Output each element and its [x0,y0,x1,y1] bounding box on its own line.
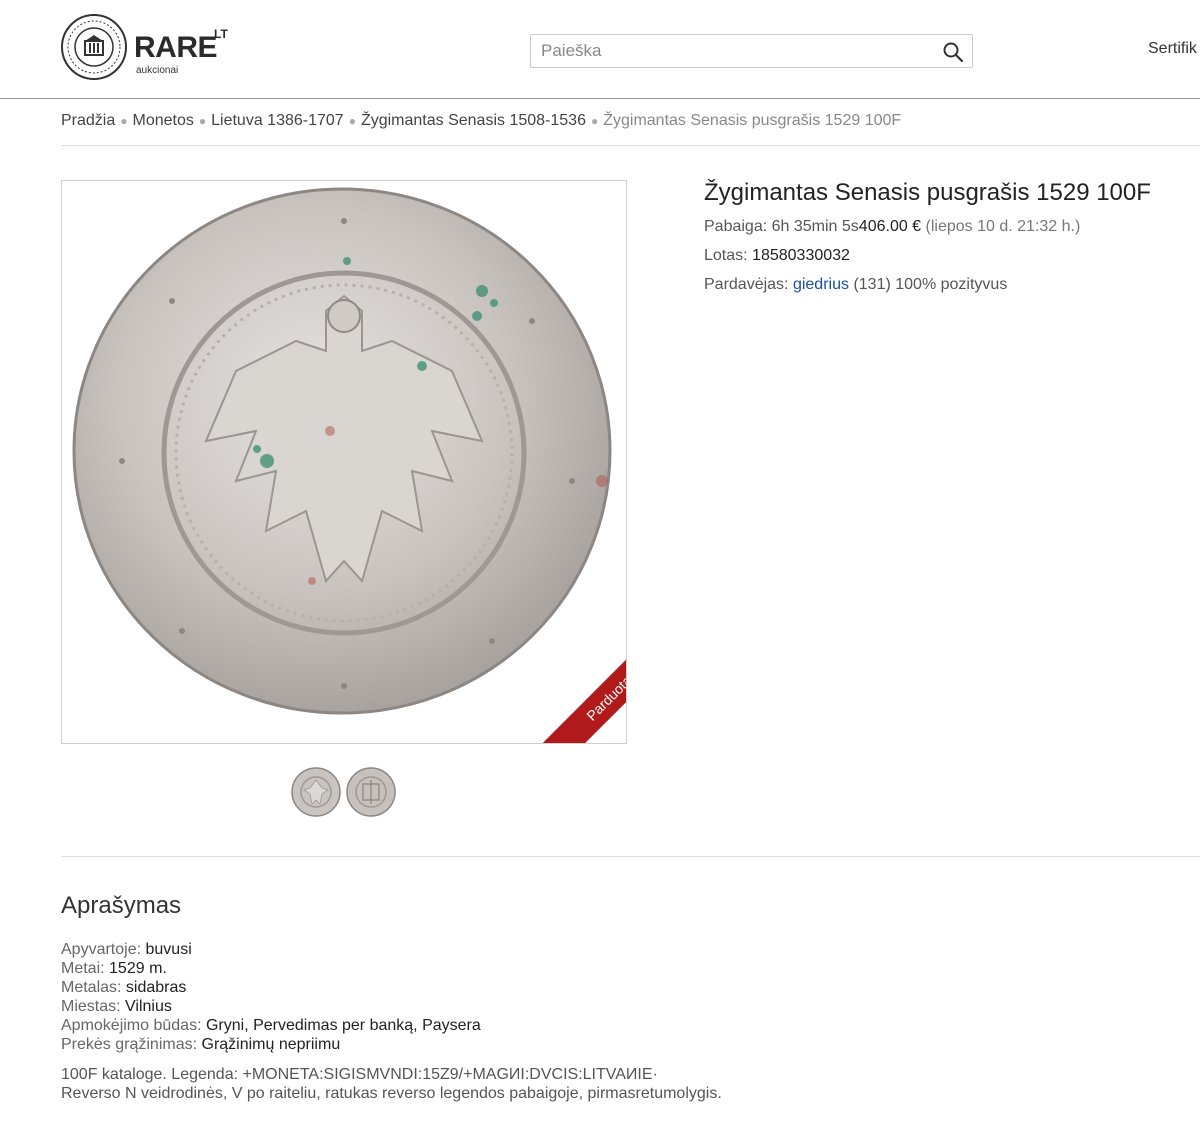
breadcrumb-separator: ● [198,114,207,128]
breadcrumb-lithuania[interactable]: Lietuva 1386-1707 [211,112,344,129]
property-row: Prekės grąžinimas: Grąžinimų nepriimu [61,1035,481,1054]
nav-link-certificates[interactable]: Sertifik [1148,40,1197,58]
end-label: Pabaiga: [704,218,768,235]
main-product-image[interactable]: Parduota [61,180,627,744]
property-label: Miestas: [61,998,121,1015]
property-row: Miestas: Vilnius [61,997,481,1016]
logo-wordmark: RARE LT aukcionai [134,17,244,77]
end-countdown: 6h 35min 5s [771,218,859,235]
seller-feedback-count: (131) [853,276,891,293]
property-label: Metalas: [61,979,122,996]
breadcrumb-separator: ● [348,114,356,128]
property-row: Apyvartoje: buvusi [61,940,481,959]
breadcrumb-divider [61,145,1200,146]
property-label: Metai: [61,960,105,977]
seller-row: Pardavėjas: giedrius (131) 100% pozityvu… [704,276,1007,294]
site-logo[interactable]: RARE LT aukcionai [60,13,244,81]
breadcrumb-coins[interactable]: Monetos [133,112,194,129]
lot-number: 18580330032 [752,247,850,264]
logo-sub-text: aukcionai [136,65,179,76]
property-value: sidabras [125,979,187,996]
seller-link[interactable]: giedrius [793,276,849,293]
description-line: 100F kataloge. Legenda: +MONETA:SIGISMVN… [61,1066,658,1083]
end-date: (liepos 10 d. 21:32 h.) [925,218,1081,235]
property-row: Metai: 1529 m. [61,959,481,978]
breadcrumb-separator: ● [590,114,599,128]
property-label: Apyvartoje: [61,941,142,958]
logo-main-text: RARE [134,31,218,64]
lot-title: Žygimantas Senasis pusgrašis 1529 100F [704,179,1151,206]
sold-ribbon: Parduota [516,633,626,743]
property-label: Prekės grąžinimas: [61,1036,198,1053]
seller-rating: 100% pozityvus [895,276,1008,293]
description-line: Reverso N veidrodinės, V po raiteliu, ra… [61,1085,722,1102]
image-thumbnails [290,766,397,818]
auction-end-row: Pabaiga: 6h 35min 5s406.00 € (liepos 10 … [704,218,1080,236]
property-row: Apmokėjimo būdas: Gryni, Pervedimas per … [61,1016,481,1035]
breadcrumb-sigismund[interactable]: Žygimantas Senasis 1508-1536 [361,112,586,129]
search-box [530,34,973,68]
property-row: Metalas: sidabras [61,978,481,997]
logo-seal-icon [61,14,127,80]
property-value: Vilnius [125,998,172,1015]
section-divider [61,856,1200,857]
site-header: RARE LT aukcionai Sertifik [0,0,1200,99]
logo-sup-text: LT [214,27,228,41]
property-list: Apyvartoje: buvusi Metai: 1529 m. Metala… [61,940,481,1054]
lot-number-row: Lotas: 18580330032 [704,247,850,265]
lot-label: Lotas: [704,247,748,264]
description-text: 100F kataloge. Legenda: +MONETA:SIGISMVN… [61,1065,722,1103]
description-title: Aprašymas [61,892,182,919]
search-input[interactable] [531,35,941,67]
breadcrumb: Pradžia ● Monetos ● Lietuva 1386-1707 ● Žygima… [61,112,901,130]
search-icon[interactable] [942,41,964,63]
current-price: 406.00 € [858,218,922,235]
breadcrumb-separator: ● [120,114,128,128]
breadcrumb-current: Žygimantas Senasis pusgrašis 1529 100F [603,112,902,129]
thumbnail-obverse[interactable] [290,766,342,818]
property-value: Gryni, Pervedimas per banką, Paysera [205,1017,481,1034]
seller-label: Pardavėjas: [704,276,789,293]
breadcrumb-home[interactable]: Pradžia [61,112,115,129]
thumbnail-reverse[interactable] [345,766,397,818]
property-value: 1529 m. [109,960,167,977]
property-label: Apmokėjimo būdas: [61,1017,202,1034]
property-value: buvusi [145,941,192,958]
property-value: Grąžinimų nepriimu [201,1036,341,1053]
sold-ribbon-label: Parduota [538,633,626,743]
